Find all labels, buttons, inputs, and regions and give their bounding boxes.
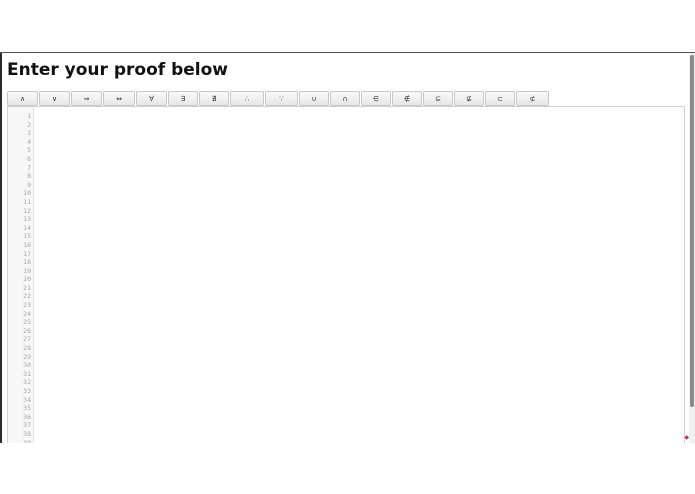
line-number: 16: [23, 240, 31, 249]
symbol-button-exists[interactable]: ∃: [168, 91, 198, 106]
symbol-button-subset[interactable]: ⊂: [485, 91, 515, 106]
line-number: 11: [23, 197, 31, 206]
symbol-button-implies[interactable]: ⇒: [71, 91, 102, 106]
symbol-button-for-all[interactable]: ∀: [136, 91, 167, 106]
line-number: 14: [23, 223, 31, 232]
symbol-button-not-subset[interactable]: ⊄: [516, 91, 549, 106]
line-number: 23: [23, 301, 31, 310]
vertical-scrollbar[interactable]: [689, 53, 695, 443]
line-number: 38: [23, 429, 31, 438]
symbol-button-element-of[interactable]: ∈: [361, 91, 391, 106]
line-number-gutter: 1 2 3 4 5 6 7 8 9 10 11 12 13 14 15 16 17 18 19 20 21 22 23 24 2…: [8, 107, 34, 443]
line-number: 2: [27, 120, 31, 129]
line-number: 15: [23, 232, 31, 241]
line-number: 12: [23, 206, 31, 215]
line-number: 34: [23, 395, 31, 404]
line-number: 32: [23, 378, 31, 387]
line-number: 20: [23, 275, 31, 284]
line-number: 9: [27, 180, 31, 189]
line-number: 1: [27, 112, 31, 120]
symbol-button-not-subset-eq[interactable]: ⊈: [454, 91, 484, 106]
symbol-button-union[interactable]: ∪: [299, 91, 329, 106]
symbol-button-not-exists[interactable]: ∄: [199, 91, 229, 106]
line-number: 13: [23, 215, 31, 224]
symbol-button-or[interactable]: ∨: [39, 91, 70, 106]
line-number: 28: [23, 344, 31, 353]
symbol-button-and[interactable]: ∧: [7, 91, 38, 106]
symbol-button-intersection[interactable]: ∩: [330, 91, 360, 106]
line-number: 5: [27, 146, 31, 155]
line-number: 27: [23, 335, 31, 344]
scrollbar-thumb[interactable]: [690, 55, 694, 407]
line-number: 10: [23, 189, 31, 198]
line-number: 8: [27, 172, 31, 181]
line-number: 37: [23, 421, 31, 430]
resize-grip-icon[interactable]: ◆: [684, 434, 689, 441]
proof-panel: Enter your proof below ∧ ∨ ⇒ ⇔ ∀ ∃ ∄ ∴ ∵ ∪ ∩ ∈ ∉ ⊆ ⊈ ⊂ ⊄…: [0, 52, 695, 443]
line-number: 21: [23, 283, 31, 292]
line-number: 35: [23, 404, 31, 413]
line-number: 6: [27, 154, 31, 163]
line-number: 19: [23, 266, 31, 275]
line-number: 4: [27, 137, 31, 146]
left-border: [0, 53, 2, 443]
line-number: 24: [23, 309, 31, 318]
page-title: Enter your proof below: [7, 60, 228, 80]
proof-input[interactable]: [34, 107, 684, 443]
line-number: 26: [23, 326, 31, 335]
line-number: 22: [23, 292, 31, 301]
symbol-button-therefore[interactable]: ∴: [230, 91, 264, 106]
line-number: 7: [27, 163, 31, 172]
line-number: 25: [23, 318, 31, 327]
line-number: 39: [23, 438, 31, 443]
line-number: 18: [23, 258, 31, 267]
proof-editor: 1 2 3 4 5 6 7 8 9 10 11 12 13 14 15 16 17 18 19 20 21 22 23 24 2…: [7, 106, 685, 443]
line-number: 33: [23, 387, 31, 395]
line-number: 3: [27, 129, 31, 138]
symbol-toolbar: ∧ ∨ ⇒ ⇔ ∀ ∃ ∄ ∴ ∵ ∪ ∩ ∈ ∉ ⊆ ⊈ ⊂ ⊄: [7, 91, 549, 106]
symbol-button-iff[interactable]: ⇔: [103, 91, 135, 106]
line-number: 17: [23, 249, 31, 258]
line-number: 30: [23, 361, 31, 370]
symbol-button-subset-eq[interactable]: ⊆: [423, 91, 453, 106]
line-number: 36: [23, 412, 31, 421]
line-number: 29: [23, 352, 31, 361]
line-number: 31: [23, 369, 31, 378]
symbol-button-because[interactable]: ∵: [265, 91, 298, 106]
symbol-button-not-element-of[interactable]: ∉: [392, 91, 422, 106]
